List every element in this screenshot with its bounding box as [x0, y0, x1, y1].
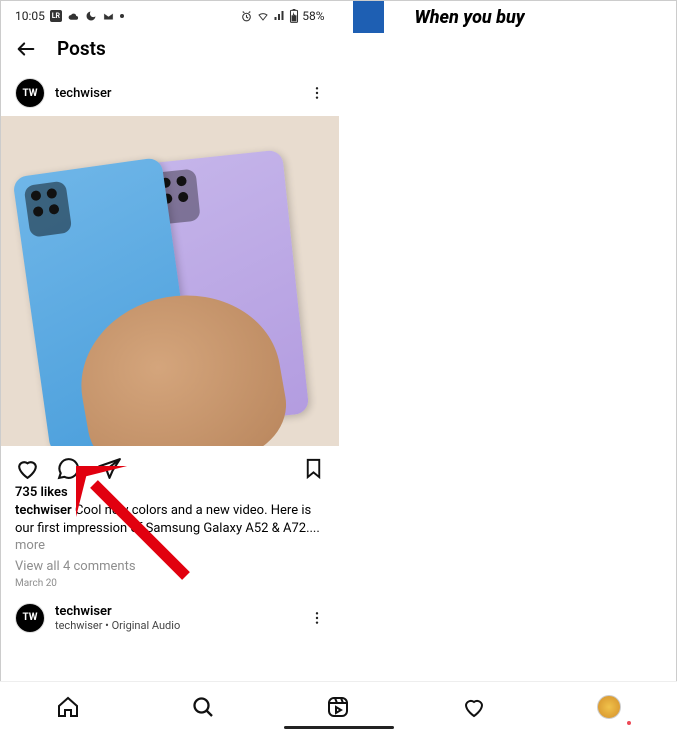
cloud-icon — [67, 11, 80, 22]
screen-posts-view: 10:05 LR — [1, 1, 339, 730]
post2-username[interactable]: techwiser — [55, 604, 299, 619]
save-button[interactable] — [302, 457, 325, 480]
nav-activity-icon[interactable] — [462, 695, 486, 719]
comment-button[interactable] — [56, 456, 81, 481]
bottom-nav — [0, 681, 677, 731]
app-icon-1: LR — [50, 10, 62, 22]
like-button[interactable] — [15, 456, 40, 481]
post-image[interactable] — [1, 116, 339, 446]
post-action-bar — [1, 446, 339, 485]
post2-image[interactable]: When you buy — [353, 1, 525, 33]
mail-icon — [102, 11, 115, 22]
status-time: 10:05 — [15, 9, 45, 23]
nav-notification-dot — [627, 721, 631, 725]
author-username[interactable]: techwiser — [55, 86, 299, 101]
alarm-icon — [240, 10, 253, 23]
moon-icon — [85, 10, 97, 22]
post-date: March 20 — [1, 574, 339, 589]
post-author-row: TW techwiser — [1, 70, 339, 116]
post-caption[interactable]: techwiser Cool new colors and a new vide… — [1, 500, 339, 555]
view-comments-link[interactable]: View all 4 comments — [1, 555, 339, 574]
home-indicator[interactable] — [284, 726, 394, 729]
signal-icon — [273, 10, 286, 22]
post2-author-avatar[interactable]: TW — [15, 603, 45, 633]
share-button[interactable] — [97, 456, 122, 481]
author-avatar[interactable]: TW — [15, 78, 45, 108]
nav-home-icon[interactable] — [56, 695, 80, 719]
post2-audio-label[interactable]: techwiser • Original Audio — [55, 619, 299, 632]
page-title: Posts — [57, 37, 106, 60]
post2-options-button[interactable] — [309, 610, 325, 626]
notification-dot — [120, 14, 124, 18]
app-header: Posts — [1, 27, 339, 70]
status-bar: 10:05 LR — [1, 1, 339, 27]
likes-count[interactable]: 735 likes — [1, 485, 339, 500]
post-options-button[interactable] — [309, 85, 325, 101]
nav-search-icon[interactable] — [191, 695, 215, 719]
nav-profile-icon[interactable] — [597, 695, 621, 719]
nav-reels-icon[interactable] — [326, 695, 350, 719]
post2-author-row: TW techwiser techwiser • Original Audio — [1, 589, 339, 639]
back-button[interactable] — [15, 38, 37, 60]
wifi-icon — [256, 10, 270, 22]
battery-percent: 58% — [302, 9, 324, 23]
battery-icon — [289, 9, 299, 23]
